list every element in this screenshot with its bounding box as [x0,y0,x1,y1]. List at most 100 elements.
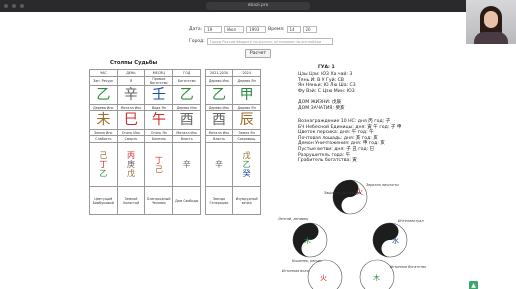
star-line: Грабитель богатства: 寅 [298,158,357,164]
diagram-label: Лентяй, ленивец [277,217,309,221]
pillars-title: Столпы Судьбы [110,60,158,66]
person-body [474,32,508,44]
hidden-stem: 乙 [99,169,108,178]
month-select[interactable]: Июл [224,26,245,33]
diagram-label: Интеллектуал [398,219,424,223]
god-label: Я [116,76,146,86]
branch-character: 午 [144,110,174,130]
stage-label: Сокровищ. [232,135,261,143]
star-line: Вознаграждение 10 НС: дня 丙 год: 子 [298,119,391,124]
hidden-stem: 乙 [242,160,251,169]
diagram-label: Защитник богатства [324,191,361,195]
stem-character: 辛 [116,85,146,105]
stage-label: Смерть [116,135,146,143]
gua-row: Фу Вэй: С Цзю Мин: Ю3 [298,88,355,94]
date-label: Дата: [189,27,203,32]
home-conception: ДОМ ЗАЧАТИЯ: 癸亥 [298,105,345,111]
hidden-stems-cell: 己 丁 乙 [89,142,118,187]
water-element: 水 [392,236,399,245]
god-label: Богатство [172,76,202,86]
hidden-stems-cell: 辛 [172,142,202,187]
hour-select[interactable]: 14 [286,26,301,33]
wood-element-lower: 木 [373,273,380,282]
god-label: Дерево Ян [232,76,261,86]
hidden-stems-cell: 辛 [204,142,234,187]
hidden-stems-cell: 丁 己 [144,142,174,187]
column-header: МЕСЯЦ [144,69,174,77]
column-header: ДЕНЬ [116,69,146,77]
date-row: Дата: 19 Июл 1993 Время: 14 20 [189,26,317,33]
branch-character: 未 [89,110,118,130]
stem-character: 乙 [89,85,118,105]
hidden-stem: 己 [154,164,163,174]
calculate-button[interactable]: Расчет [245,49,271,58]
hidden-stem: 辛 [214,160,223,169]
branch-character: 巳 [116,110,146,130]
hidden-stem: 辛 [182,160,191,169]
gua-title: ГУА: 1 [318,65,335,70]
time-label: Время: [268,27,285,32]
diagram-label: Истинная воля [282,269,309,273]
home-life: ДОМ ЖИЗНИ: 戊辰 [298,100,342,105]
minute-select[interactable]: 20 [302,26,317,33]
scroll-top-button[interactable]: ▲ [469,281,478,289]
star-label: Изумрудный вечер [232,186,261,215]
fire-element-lower: 火 [320,274,327,282]
pillars-table: ЧАС ДЕНЬ МЕСЯЦ ГОД 2021-2030 2024 Зап. Р… [89,69,261,215]
browser-window: ebazi.pro Дата: 19 Июл 1993 Время: 14 20… [0,0,516,289]
hidden-stem: 戊 [126,169,135,178]
city-label: Город: [189,39,205,44]
hidden-stem: 癸 [242,169,251,178]
god-label: Зап. Ресурс [89,76,118,86]
city-row: Город: Город России вводите по-русски, о… [189,38,333,45]
diagram-label: Зеркало личности [366,183,399,187]
star-label: Звезда Генерации [204,186,234,215]
hidden-stem: 丁 [99,160,108,169]
hidden-stem: 己 [99,151,108,160]
star-label: Дом Свободы [172,186,202,215]
stage-label: Слабость [89,135,118,143]
hidden-stem: 丁 [154,155,163,165]
hidden-stem: 丙 [126,151,135,160]
god-label: Дерево Инь [204,76,234,86]
webcam-overlay [466,0,516,44]
stem-character: 甲 [232,85,261,105]
god-label: Прямое богатство [144,76,174,86]
branch-character: 辰 [232,110,261,130]
window-control-icon[interactable] [4,4,8,8]
gua-row: Ян Няньи: Ю Лю Ша: С3 [298,83,356,89]
star-label: Цветущий Бамбуковый [89,186,118,215]
window-control-icon[interactable] [12,4,16,8]
branch-character: 酉 [172,110,202,130]
stem-character: 乙 [204,85,234,105]
hidden-stems-cell: 丙 庚 戊 [116,142,146,187]
stage-label: Власть [172,135,202,143]
day-select[interactable]: 19 [204,26,223,33]
year-header: 2024 [232,69,261,77]
star-label: Благородный Человек [144,186,174,215]
stage-label: Болезнь [144,135,174,143]
hidden-stems-cell: 戊 乙 癸 [232,142,261,187]
column-header: ГОД [172,69,202,77]
wood-element: 木 [304,236,311,245]
address-bar[interactable]: ebazi.pro [206,2,310,10]
page-content: Дата: 19 Июл 1993 Время: 14 20 Город: Го… [0,12,516,289]
stage-label: Власть [204,135,234,143]
gua-homes: ДОМ ЖИЗНИ: 戊辰 ДОМ ЗАЧАТИЯ: 癸亥 [298,100,345,111]
diagram-label: Истинное богатство [390,265,426,269]
stem-character: 乙 [172,85,202,105]
luck-header: 2021-2030 [204,69,234,77]
city-input[interactable]: Город России вводите по-русски, остальны… [206,38,333,45]
column-header: ЧАС [89,69,118,77]
stem-character: 壬 [144,85,174,105]
person-face [484,11,498,28]
star-label: Земной Холостой [116,186,146,215]
window-control-icon[interactable] [20,4,24,8]
branch-character: 酉 [204,110,234,130]
hidden-stem: 戊 [242,151,251,160]
gua-row: Цзы Цзи: Ю3 Ха чай: 3 [298,72,353,77]
browser-toolbar: ebazi.pro [0,0,516,12]
year-select[interactable]: 1993 [246,26,267,33]
five-elements-diagram: 火 木 水 火 木 Защитник богатства Зеркало лич… [277,179,426,289]
diagram-label: Кошелек, ресурс [292,259,322,263]
